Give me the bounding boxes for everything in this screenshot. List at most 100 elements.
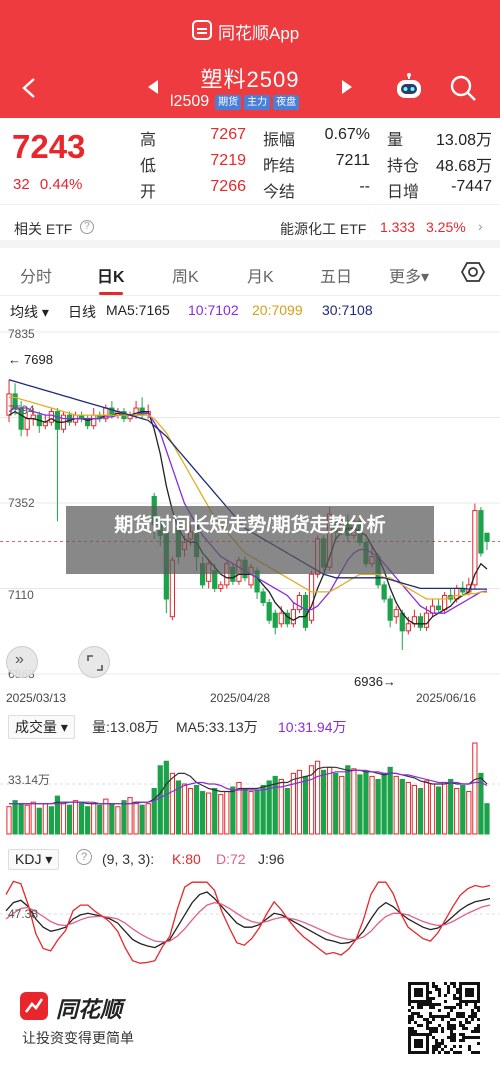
volume-bar bbox=[423, 780, 430, 835]
app-banner: 同花顺App bbox=[0, 0, 500, 60]
volume-bar bbox=[157, 765, 163, 835]
volume-ma10: 10:31.94万 bbox=[278, 719, 347, 735]
high-label: 高 bbox=[140, 132, 157, 149]
candle bbox=[393, 609, 399, 618]
volume-bar bbox=[103, 798, 109, 835]
volume-bar bbox=[296, 769, 303, 835]
contract-name: 塑料2509 bbox=[200, 67, 300, 92]
volume-bar bbox=[115, 806, 121, 835]
volume-bar bbox=[272, 775, 278, 835]
volume-bar bbox=[327, 766, 333, 835]
volume-bar bbox=[97, 804, 103, 835]
volume-bar bbox=[260, 784, 266, 835]
volume-bar bbox=[48, 806, 54, 835]
volume-bar bbox=[333, 772, 339, 835]
candle bbox=[24, 418, 30, 430]
volume-bar bbox=[375, 778, 381, 835]
volume-bar bbox=[454, 788, 460, 835]
low-label: 低 bbox=[140, 158, 157, 175]
kdj-axis-label: 47.38 bbox=[8, 907, 38, 921]
double-chevron-icon: » bbox=[15, 651, 24, 668]
open-interest-value: 48.68万 bbox=[435, 158, 492, 175]
volume-chart[interactable]: 33.14万 bbox=[0, 738, 500, 838]
tab-daily-k[interactable]: 日K bbox=[97, 263, 125, 287]
price-tick-label: 7835 bbox=[8, 327, 35, 341]
candle bbox=[266, 602, 272, 621]
amplitude-value: 0.67% bbox=[324, 126, 370, 143]
low-value: 7219 bbox=[210, 152, 246, 169]
prev-settle-value: 7211 bbox=[335, 152, 370, 169]
high-marker-value: 7698 bbox=[24, 352, 53, 367]
volume-bar bbox=[242, 788, 248, 835]
footer-brand: 同花顺 bbox=[56, 997, 123, 1022]
candle bbox=[423, 612, 430, 628]
volume-bar bbox=[133, 801, 139, 835]
tab-weekly-k[interactable]: 周K bbox=[172, 263, 199, 287]
high-marker: ← 7698 bbox=[8, 352, 53, 367]
kdj-lines bbox=[5, 880, 491, 964]
fullscreen-button[interactable] bbox=[78, 646, 110, 678]
volume-bar bbox=[308, 765, 315, 835]
volume-bar bbox=[181, 783, 188, 835]
ma30-value: 30:7108 bbox=[322, 302, 373, 318]
robot-icon[interactable] bbox=[393, 72, 425, 104]
next-contract-icon[interactable] bbox=[340, 79, 354, 95]
search-icon[interactable] bbox=[448, 73, 478, 103]
volume-bar bbox=[254, 789, 260, 835]
volume-bar bbox=[72, 800, 79, 835]
volume-label: 量 bbox=[387, 132, 404, 149]
volume-bar bbox=[24, 804, 30, 835]
volume-bar bbox=[472, 742, 478, 835]
date-label: 2025/06/16 bbox=[416, 691, 477, 705]
volume-bar bbox=[230, 786, 236, 835]
ma-legend: 均线 ▾ 日线 MA5:7165 10:7102 20:7099 30:7108 bbox=[0, 298, 500, 322]
ma-type-selector[interactable]: 均线 ▾ bbox=[10, 302, 49, 322]
kdj-chart[interactable]: 47.38 bbox=[0, 872, 500, 964]
candle bbox=[308, 573, 315, 621]
qr-code-icon[interactable] bbox=[408, 982, 480, 1054]
contract-subline: l2509 期货 主力 夜盘 bbox=[170, 93, 300, 111]
help-icon[interactable]: ? bbox=[80, 220, 94, 234]
volume-bar bbox=[193, 784, 200, 835]
volume-bar bbox=[435, 786, 442, 835]
volume-bar bbox=[121, 800, 127, 835]
volume-bar bbox=[302, 775, 309, 835]
app-title: 同花顺App bbox=[218, 24, 300, 43]
volume-bar bbox=[91, 803, 97, 835]
candle bbox=[435, 605, 442, 611]
volume-bar bbox=[6, 806, 12, 835]
tag-main: 主力 bbox=[244, 94, 271, 110]
volume-bar bbox=[405, 781, 411, 835]
candle bbox=[48, 411, 54, 423]
volume-ma5: MA5:33.13万 bbox=[176, 719, 258, 735]
indicator-selector-label: KDJ bbox=[15, 851, 42, 867]
candle bbox=[91, 414, 97, 427]
today-settle-value: -- bbox=[359, 178, 370, 195]
candle bbox=[484, 532, 490, 542]
date-label: 2025/04/28 bbox=[210, 691, 271, 705]
etf-percent: 3.25% bbox=[426, 219, 466, 235]
chevron-right-icon[interactable]: › bbox=[478, 218, 483, 234]
candle bbox=[278, 612, 284, 625]
tab-five-day[interactable]: 五日 bbox=[320, 263, 352, 287]
indicator-selector[interactable]: KDJ ▾ bbox=[8, 849, 60, 870]
volume-bar bbox=[417, 788, 424, 835]
volume-bar bbox=[460, 784, 466, 835]
price-tick-label: 7110 bbox=[8, 588, 34, 602]
settings-icon[interactable] bbox=[461, 260, 485, 284]
volume-bar bbox=[163, 760, 169, 835]
candle bbox=[218, 584, 224, 589]
tab-monthly-k[interactable]: 月K bbox=[247, 263, 274, 287]
collapse-button[interactable]: » bbox=[6, 646, 38, 678]
candle bbox=[290, 609, 296, 625]
volume-bar bbox=[442, 781, 448, 835]
help-icon[interactable]: ? bbox=[76, 849, 92, 865]
volume-selector[interactable]: 成交量 ▾ bbox=[8, 715, 75, 739]
low-marker: 6936→ bbox=[354, 674, 396, 689]
volume-bar bbox=[381, 772, 387, 835]
active-tab-indicator bbox=[99, 292, 123, 295]
related-etf-row[interactable]: 相关 ETF ? 能源化工 ETF 1.333 3.25% › bbox=[0, 204, 500, 248]
tab-more[interactable]: 更多▾ bbox=[389, 263, 429, 287]
tab-intraday[interactable]: 分时 bbox=[20, 263, 52, 287]
change-value: 32 bbox=[13, 176, 30, 193]
